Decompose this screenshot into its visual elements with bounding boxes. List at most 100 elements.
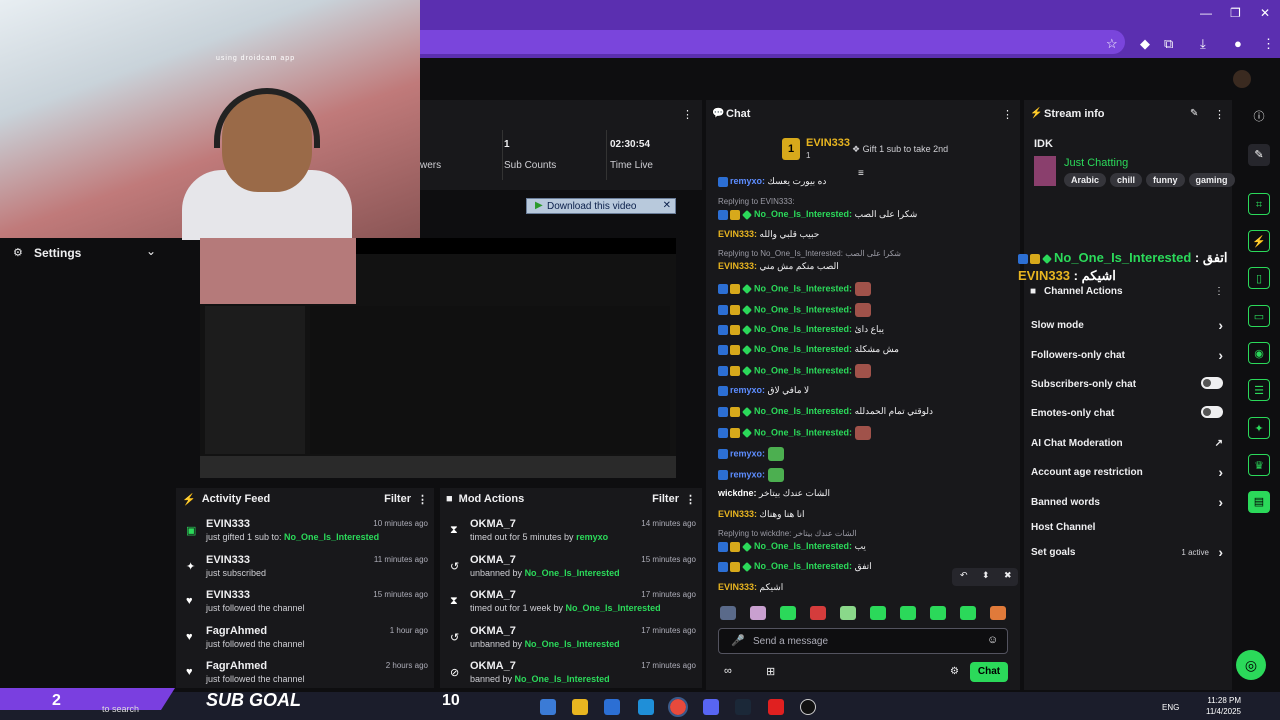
chat-username[interactable]: No_One_Is_Interested: (754, 344, 852, 354)
clapperboard-icon[interactable]: ▤ (1248, 491, 1270, 513)
more-icon[interactable]: ⋮ (1002, 108, 1013, 121)
feed-desc-link[interactable]: No_One_Is_Interested (284, 532, 379, 542)
lightning-icon[interactable]: ⚡ (1248, 230, 1270, 252)
wrench-icon[interactable]: ✦ (1248, 417, 1270, 439)
chat-message[interactable]: EVIN333: الصب منكم مش مني (718, 261, 1008, 272)
emote-icon[interactable] (990, 606, 1006, 620)
address-bar[interactable] (420, 30, 1125, 54)
feed-item[interactable]: ⧗ OKMA_7 timed out for 1 week by No_One_Is… (440, 589, 702, 625)
chat-message[interactable]: EVIN333: انا هنا وهناك (718, 509, 1008, 520)
channel-action-item[interactable]: Account age restriction › (1031, 464, 1227, 480)
pencil-icon[interactable]: ✎ (1248, 144, 1270, 166)
edge-icon[interactable] (638, 699, 654, 715)
feed-item[interactable]: ↺ OKMA_7 unbanned by No_One_Is_Interested 1… (440, 625, 702, 661)
channel-action-item[interactable]: Banned words › (1031, 494, 1227, 510)
feed-user-name[interactable]: OKMA_7 (470, 589, 516, 601)
emote-icon[interactable] (720, 606, 736, 620)
reply-icon[interactable]: ↶ (960, 570, 968, 581)
close-icon[interactable]: ✕ (1260, 6, 1270, 20)
chat-message[interactable]: No_One_Is_Interested: مش مشكلة (718, 344, 1008, 355)
chat-username[interactable]: No_One_Is_Interested: (754, 283, 852, 293)
emote-icon[interactable] (780, 606, 796, 620)
folder-icon[interactable] (572, 699, 588, 715)
feed-user-name[interactable]: FagrAhmed (206, 625, 267, 637)
toggle-switch[interactable] (1201, 377, 1223, 389)
steam-icon[interactable] (735, 699, 751, 715)
chat-message[interactable]: remyxo: لا مافي لاق (718, 385, 1008, 396)
discord-icon[interactable] (703, 699, 719, 715)
mic-icon[interactable]: 🎤 (731, 634, 745, 647)
pin-icon[interactable]: ⬍ (982, 570, 990, 581)
infinity-icon[interactable]: ∞ (724, 665, 732, 677)
chrome-icon[interactable] (668, 697, 688, 717)
list-icon[interactable]: ☰ (1248, 379, 1270, 401)
clock[interactable]: 11:28 PM 11/4/2025 (1206, 695, 1241, 717)
chat-username[interactable]: remyxo: (730, 448, 765, 458)
menu-dots-icon[interactable]: ⋮ (1262, 36, 1275, 52)
broadcast-icon[interactable]: ◉ (1248, 342, 1270, 364)
scan-icon[interactable]: ⌗ (1248, 193, 1270, 215)
chat-icon[interactable]: ▭ (1248, 305, 1270, 327)
chat-message[interactable]: EVIN333: حبيب قلبي والله (718, 229, 1008, 240)
emote-icon[interactable] (870, 606, 886, 620)
chat-username[interactable]: wickdne: (718, 488, 757, 498)
chat-message[interactable]: remyxo: ده بيورت يعسك (718, 176, 1008, 187)
chat-reply-context[interactable]: Replying to EVIN333: (718, 196, 1008, 206)
edit-icon[interactable]: ✎ (1190, 108, 1198, 119)
close-icon[interactable]: ✕ (663, 200, 671, 211)
more-icon[interactable]: ⋮ (417, 493, 428, 506)
chat-username[interactable]: EVIN333: (718, 582, 757, 592)
emote-icon[interactable] (930, 606, 946, 620)
extension-icon[interactable]: ◆ (1140, 36, 1150, 52)
chat-reply-context[interactable]: Replying to wickdne: الشات عندك بيتاخر (718, 528, 1008, 538)
toggle-switch[interactable] (1201, 406, 1223, 418)
chat-message[interactable]: No_One_Is_Interested: (718, 364, 1008, 378)
chat-username[interactable]: EVIN333: (718, 229, 757, 239)
stream-tag[interactable]: funny (1146, 173, 1185, 187)
gear-icon[interactable]: ⚙ (950, 666, 959, 677)
emote-icon[interactable] (810, 606, 826, 620)
channel-action-item[interactable]: AI Chat Moderation ↗ (1031, 438, 1227, 449)
feed-item[interactable]: ⊘ OKMA_7 banned by No_One_Is_Interested 17 … (440, 660, 702, 696)
youtube-icon[interactable] (768, 699, 784, 715)
chat-message[interactable]: No_One_Is_Interested: (718, 303, 1008, 317)
chat-username[interactable]: EVIN333: (718, 509, 757, 519)
channel-action-item[interactable]: Emotes-only chat (1031, 406, 1227, 419)
feed-item[interactable]: ♥ EVIN333 just followed the channel 15 minu… (176, 589, 434, 625)
channel-action-item[interactable]: Slow mode › (1031, 317, 1227, 333)
category-link[interactable]: Just Chatting (1064, 157, 1128, 169)
feed-user-name[interactable]: OKMA_7 (470, 660, 516, 672)
stream-tag[interactable]: chill (1110, 173, 1143, 187)
feed-user-name[interactable]: OKMA_7 (470, 625, 516, 637)
channel-action-item[interactable]: Set goals › 1 active (1031, 544, 1227, 560)
feed-user-name[interactable]: OKMA_7 (470, 554, 516, 566)
copilot-icon[interactable] (540, 699, 556, 715)
more-icon[interactable]: ⋮ (1214, 286, 1224, 297)
emote-icon[interactable] (900, 606, 916, 620)
chat-reply-context[interactable]: Replying to No_One_Is_Interested: شكرا ع… (718, 248, 1008, 258)
chat-username[interactable]: No_One_Is_Interested: (754, 365, 852, 375)
emoji-icon[interactable]: ☺ (987, 634, 998, 646)
chat-message[interactable]: No_One_Is_Interested: (718, 426, 1008, 440)
chat-input[interactable]: 🎤 Send a message ☺ (718, 628, 1008, 654)
feed-item[interactable]: ⧗ OKMA_7 timed out for 5 minutes by remyxo… (440, 518, 702, 554)
stats-menu-icon[interactable]: ⋮ (682, 108, 693, 121)
player-controls[interactable] (200, 456, 676, 478)
feed-desc-link[interactable]: remyxo (576, 532, 608, 542)
obs-icon[interactable] (800, 699, 816, 715)
phone-icon[interactable]: ▯ (1248, 267, 1270, 289)
stream-tag[interactable]: Arabic (1064, 173, 1107, 187)
chat-message[interactable]: wickdne: الشات عندك بيتاخر (718, 488, 1008, 499)
emote-icon[interactable] (750, 606, 766, 620)
activity-filter-button[interactable]: Filter (384, 493, 411, 505)
channel-action-item[interactable]: Subscribers-only chat (1031, 377, 1227, 390)
emote-bar[interactable] (716, 604, 1016, 622)
top-gifter-name[interactable]: EVIN333 (806, 137, 850, 149)
emote-icon[interactable] (960, 606, 976, 620)
emote-icon[interactable] (840, 606, 856, 620)
bookmark-star-icon[interactable]: ☆ (1106, 36, 1118, 52)
feed-user-name[interactable]: EVIN333 (206, 554, 250, 566)
feed-user-name[interactable]: OKMA_7 (470, 518, 516, 530)
language-indicator[interactable]: ENG (1162, 703, 1179, 712)
feed-user-name[interactable]: FagrAhmed (206, 660, 267, 672)
